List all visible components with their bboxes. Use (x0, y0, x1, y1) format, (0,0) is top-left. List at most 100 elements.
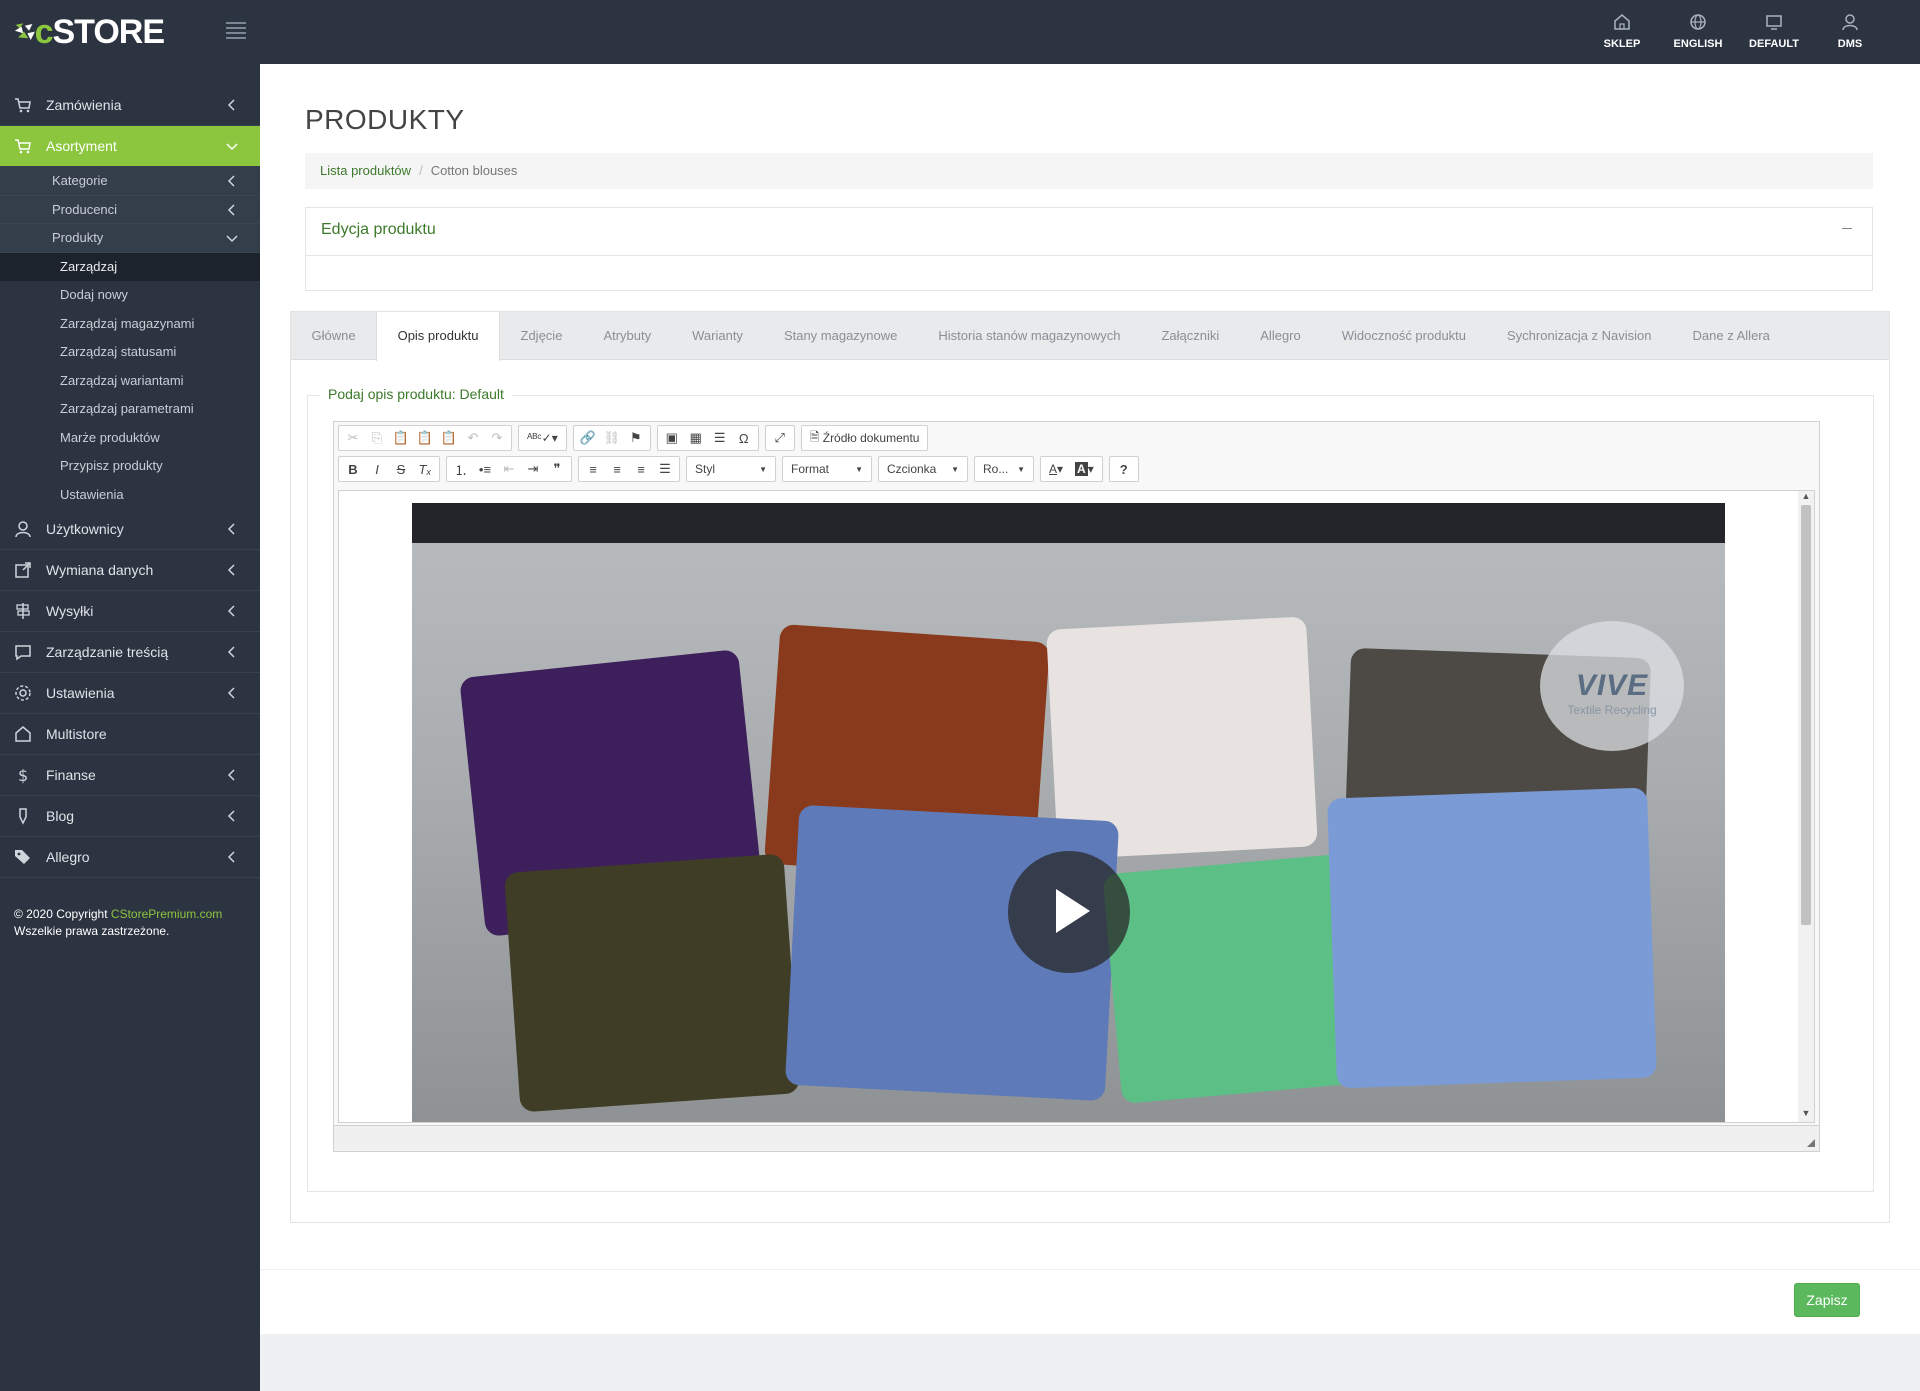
remove-format-button[interactable]: Tₓ (413, 458, 437, 480)
product-video[interactable]: VIVE Textile Recycling (412, 503, 1725, 1122)
logo[interactable]: cSTORE (14, 8, 165, 56)
italic-button[interactable]: I (365, 458, 389, 480)
tab-general[interactable]: Główne (291, 312, 376, 359)
svg-text:$: $ (18, 766, 28, 784)
tab-allera-data[interactable]: Dane z Allera (1672, 312, 1790, 359)
align-right-icon[interactable]: ≡ (629, 458, 653, 480)
editor-content[interactable]: VIVE Textile Recycling ▲ ▼ (338, 490, 1815, 1123)
sidebar-subsubitem-margins[interactable]: Marże produktów (0, 424, 260, 453)
horizontal-line-icon[interactable]: ☰ (708, 427, 732, 449)
sidebar-item-content[interactable]: Zarządzanie treścią (0, 632, 260, 673)
sidebar-subitem-products[interactable]: Produkty (0, 224, 260, 253)
tab-image[interactable]: Zdjęcie (500, 312, 583, 359)
sidebar-item-blog[interactable]: Blog (0, 796, 260, 837)
source-button[interactable]: 🗎 Źródło dokumentu (804, 427, 926, 449)
numbered-list-icon[interactable]: ⒈ (449, 458, 473, 480)
align-center-icon[interactable]: ≡ (605, 458, 629, 480)
redo-button[interactable]: ↷ (485, 427, 509, 449)
strike-button[interactable]: S (389, 458, 413, 480)
chevron-left-icon (227, 605, 235, 617)
sidebar-subsubitem-warehouses[interactable]: Zarządzaj magazynami (0, 310, 260, 339)
copyright-link[interactable]: CStorePremium.com (111, 907, 222, 921)
sidebar-item-orders[interactable]: Zamówienia (0, 85, 260, 126)
sidebar-item-users[interactable]: Użytkownicy (0, 509, 260, 550)
sidebar-subitem-producers[interactable]: Producenci (0, 196, 260, 224)
description-fieldset: Podaj opis produktu: Default ✂ ⎘ 📋 📋 📋 ↶… (307, 386, 1874, 1192)
bold-button[interactable]: B (341, 458, 365, 480)
monitor-icon (1766, 15, 1782, 30)
unlink-icon[interactable]: ⛓ (600, 427, 624, 449)
tab-visibility[interactable]: Widoczność produktu (1321, 312, 1486, 359)
sidebar-item-data-exchange[interactable]: Wymiana danych (0, 550, 260, 591)
sidebar-item-finance[interactable]: $ Finanse (0, 755, 260, 796)
tab-stock[interactable]: Stany magazynowe (763, 312, 917, 359)
sidebar-subsubitem-add-new[interactable]: Dodaj nowy (0, 281, 260, 310)
sidebar-subsubitem-parameters[interactable]: Zarządzaj parametrami (0, 395, 260, 424)
sidebar-item-assortment[interactable]: Asortyment (0, 126, 260, 167)
scrollbar-thumb[interactable] (1801, 505, 1811, 925)
sidebar-subitem-categories[interactable]: Kategorie (0, 167, 260, 196)
paste-word-button[interactable]: 📋 (437, 427, 461, 449)
top-action-language[interactable]: ENGLISH (1660, 10, 1736, 50)
cut-button[interactable]: ✂ (341, 427, 365, 449)
top-action-shop[interactable]: SKLEP (1584, 10, 1660, 50)
image-icon[interactable]: ▣ (660, 427, 684, 449)
menu-toggle-button[interactable] (226, 22, 246, 40)
bg-color-button[interactable]: A ▾ (1069, 458, 1100, 480)
indent-icon[interactable]: ⇥ (521, 458, 545, 480)
outdent-icon[interactable]: ⇤ (497, 458, 521, 480)
top-action-store[interactable]: DEFAULT (1736, 10, 1812, 50)
sidebar-item-allegro[interactable]: Allegro (0, 837, 260, 878)
tab-stock-history[interactable]: Historia stanów magazynowych (918, 312, 1141, 359)
sidebar-subsubitem-variants[interactable]: Zarządzaj wariantami (0, 367, 260, 396)
blockquote-icon[interactable]: ❞ (545, 458, 569, 480)
align-left-icon[interactable]: ≡ (581, 458, 605, 480)
justify-icon[interactable]: ☰ (653, 458, 677, 480)
tab-attachments[interactable]: Załączniki (1141, 312, 1240, 359)
link-icon[interactable]: 🔗 (576, 427, 600, 449)
tab-allegro[interactable]: Allegro (1240, 312, 1321, 359)
product-tabs: Główne Opis produktu Zdjęcie Atrybuty Wa… (290, 311, 1890, 1223)
top-action-user[interactable]: DMS (1812, 10, 1888, 50)
resize-handle-icon[interactable] (1807, 1139, 1815, 1147)
bullet-list-icon[interactable]: •≡ (473, 458, 497, 480)
format-select[interactable]: Format ▼ (782, 456, 872, 482)
caret-down-icon: ▼ (1017, 464, 1025, 474)
paste-button[interactable]: 📋 (389, 427, 413, 449)
dollar-icon: $ (18, 766, 28, 784)
sidebar-subsubitem-settings[interactable]: Ustawienia (0, 481, 260, 510)
scroll-down-icon[interactable]: ▼ (1798, 1108, 1814, 1122)
paste-text-button[interactable]: 📋 (413, 427, 437, 449)
sidebar-subsubitem-assign[interactable]: Przypisz produkty (0, 452, 260, 481)
maximize-icon[interactable]: ⤢ (768, 427, 792, 449)
tab-description[interactable]: Opis produktu (376, 312, 501, 361)
sidebar-item-multistore[interactable]: Multistore (0, 714, 260, 755)
chevron-left-icon (227, 646, 235, 658)
sidebar-subsubitem-manage[interactable]: Zarządzaj (0, 252, 260, 281)
help-icon[interactable]: ? (1112, 458, 1136, 480)
caret-down-icon: ▼ (855, 464, 863, 474)
copy-button[interactable]: ⎘ (365, 427, 389, 449)
sidebar-item-settings[interactable]: Ustawienia (0, 673, 260, 714)
scroll-up-icon[interactable]: ▲ (1798, 491, 1814, 505)
style-select[interactable]: Styl ▼ (686, 456, 776, 482)
collapse-button[interactable] (1842, 228, 1852, 229)
rich-text-editor: ✂ ⎘ 📋 📋 📋 ↶ ↷ ᴬᴮᶜ✓▾ 🔗 ⛓ ⚑ ▣ ▦ ☰ Ω ⤢ 🗎 Źr… (333, 421, 1820, 1152)
special-char-icon[interactable]: Ω (732, 427, 756, 449)
spellcheck-button[interactable]: ᴬᴮᶜ✓▾ (521, 427, 564, 449)
font-size-select[interactable]: Ro... ▼ (974, 456, 1034, 482)
breadcrumb-product-list[interactable]: Lista produktów (320, 163, 411, 178)
sidebar-item-shipping[interactable]: Wysyłki (0, 591, 260, 632)
font-select[interactable]: Czcionka ▼ (878, 456, 968, 482)
anchor-flag-icon[interactable]: ⚑ (624, 427, 648, 449)
undo-button[interactable]: ↶ (461, 427, 485, 449)
text-color-button[interactable]: A ▾ (1043, 458, 1069, 480)
editor-scrollbar[interactable]: ▲ ▼ (1798, 491, 1814, 1122)
tab-navision-sync[interactable]: Sychronizacja z Navision (1487, 312, 1673, 359)
table-icon[interactable]: ▦ (684, 427, 708, 449)
tab-attributes[interactable]: Atrybuty (583, 312, 672, 359)
save-button[interactable]: Zapisz (1794, 1283, 1860, 1317)
tab-variants[interactable]: Warianty (672, 312, 764, 359)
sidebar-subsubitem-statuses[interactable]: Zarządzaj statusami (0, 338, 260, 367)
play-icon[interactable] (1008, 851, 1130, 973)
